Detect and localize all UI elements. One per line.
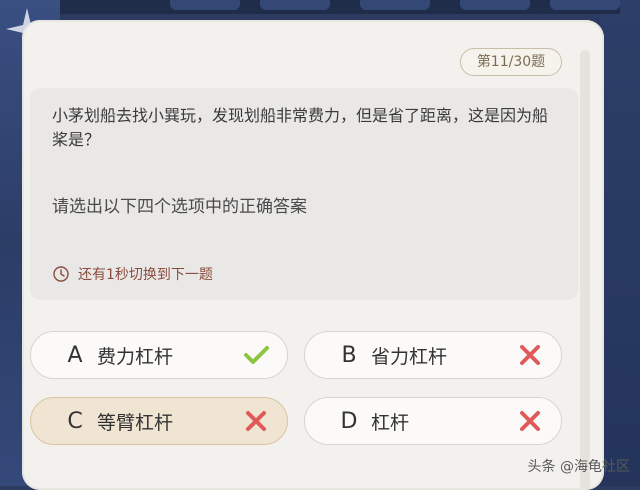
question-counter: 第11/30题 <box>460 48 562 76</box>
timer-text: 还有1秒切换到下一题 <box>78 267 213 283</box>
check-icon <box>244 346 269 364</box>
top-tab[interactable] <box>460 0 530 10</box>
cross-icon <box>520 345 540 365</box>
panel-edge <box>580 50 590 490</box>
timer: 还有1秒切换到下一题 <box>52 264 213 284</box>
option-b-button[interactable]: B 省力杠杆 <box>304 331 562 379</box>
option-a-button[interactable]: A 费力杠杆 <box>30 331 288 379</box>
option-letter: D <box>340 408 358 434</box>
option-text: 杠杆 <box>371 411 410 434</box>
top-tab[interactable] <box>170 0 240 10</box>
option-text: 省力杠杆 <box>371 345 448 368</box>
option-letter: A <box>67 342 83 368</box>
top-tab-strip <box>60 0 620 14</box>
top-tab[interactable] <box>260 0 330 10</box>
option-letter: B <box>341 342 357 368</box>
watermark: 头条 @海龟社区 <box>527 459 630 475</box>
question-box: 小茅划船去找小巽玩，发现划船非常费力，但是省了距离，这是因为船桨是？ 请选出以下… <box>30 88 578 300</box>
clock-icon <box>53 266 69 282</box>
cross-icon <box>520 411 540 431</box>
option-d-button[interactable]: D 杠杆 <box>304 397 562 445</box>
question-text: 小茅划船去找小巽玩，发现划船非常费力，但是省了距离，这是因为船桨是？ <box>52 106 549 149</box>
option-letter: C <box>67 408 83 434</box>
option-text: 等臂杠杆 <box>97 411 174 434</box>
top-tab[interactable] <box>550 0 620 10</box>
instruction-text: 请选出以下四个选项中的正确答案 <box>52 197 307 217</box>
right-background <box>600 0 640 486</box>
cross-icon <box>246 411 266 431</box>
top-tab[interactable] <box>360 0 430 10</box>
option-c-button[interactable]: C 等臂杠杆 <box>30 397 288 445</box>
option-text: 费力杠杆 <box>97 345 174 368</box>
